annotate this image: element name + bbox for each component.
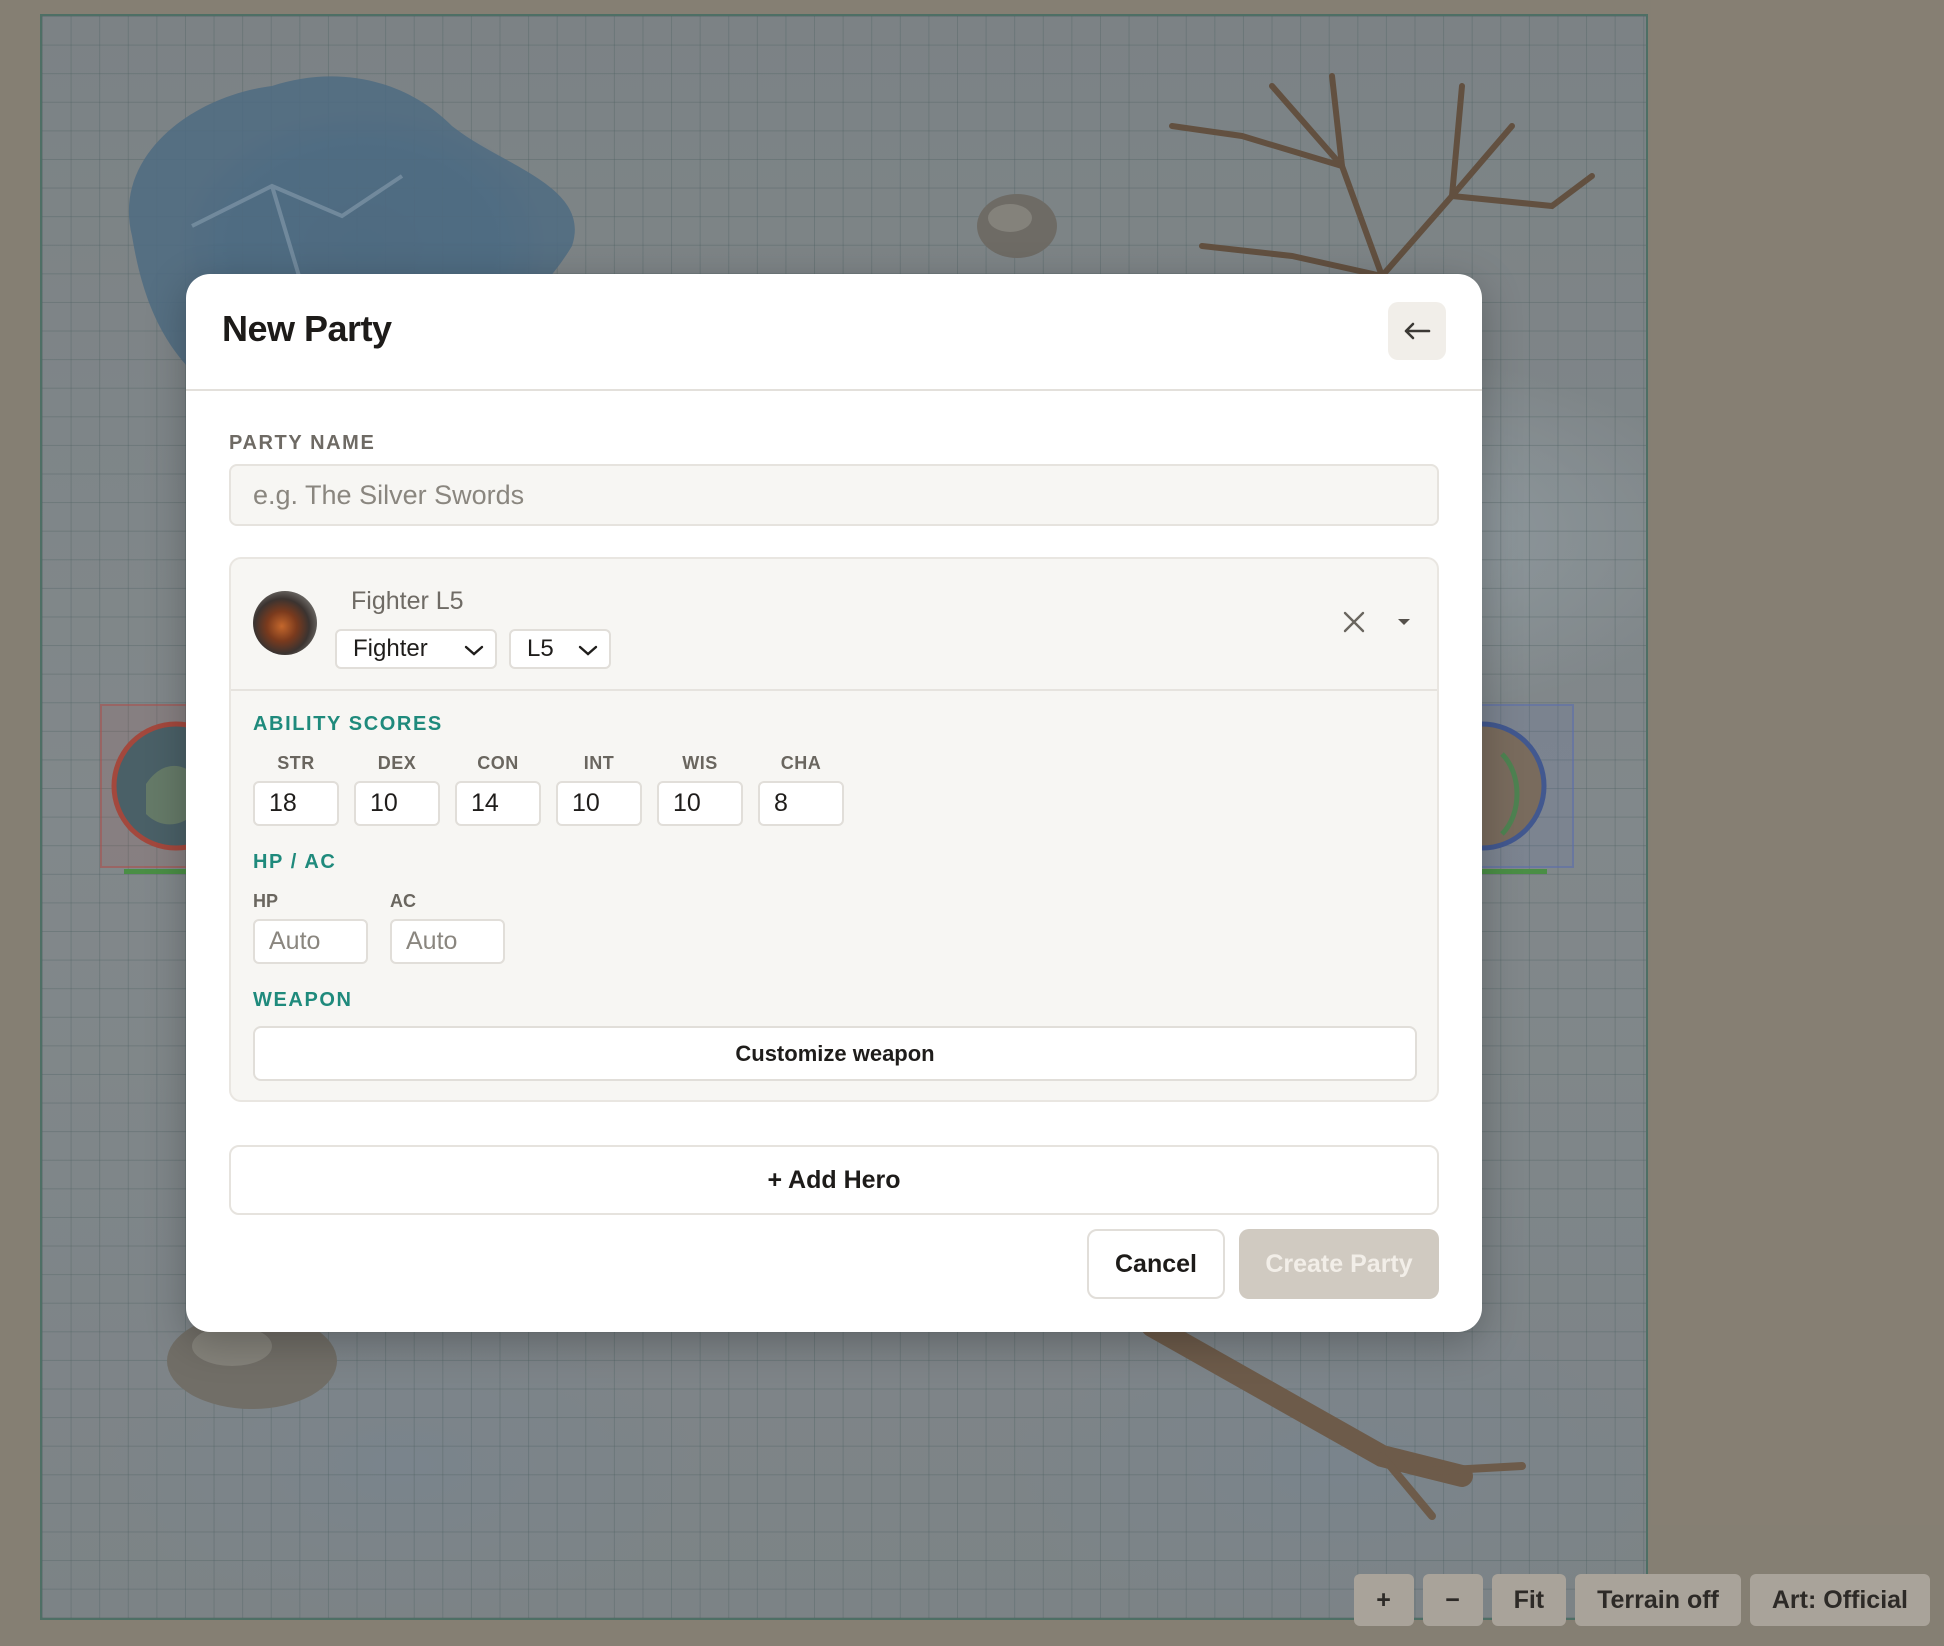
stat-label: INT [583,753,615,773]
hero-card-header: Fighter L5 Fighter L5 [231,559,1437,691]
fit-button[interactable]: Fit [1491,1574,1567,1626]
hp-field: HP Auto [253,891,368,964]
stat-cha: CHA 8 [758,753,844,826]
class-select-value: Fighter [353,635,428,662]
art-style-button[interactable]: Art: Official [1749,1574,1930,1626]
hp-input[interactable]: Auto [253,919,368,964]
stat-label: CHA [780,753,822,773]
stat-input[interactable]: 10 [556,781,642,826]
ac-label: AC [390,891,416,911]
create-party-button[interactable]: Create Party [1239,1229,1439,1299]
party-name-label: PARTY NAME [229,432,376,454]
chevron-down-icon [464,645,484,656]
hp-label: HP [253,891,279,911]
remove-hero-button[interactable] [1339,607,1369,637]
hero-card: Fighter L5 Fighter L5 ABILITY SCORES STR… [229,557,1439,1102]
caret-down-icon [1398,619,1410,625]
hp-ac-heading: HP / AC [253,851,337,873]
level-select-value: L5 [527,635,554,662]
stat-wis: WIS 10 [657,753,743,826]
terrain-toggle-button[interactable]: Terrain off [1575,1574,1741,1626]
close-icon [1343,611,1365,633]
class-select[interactable]: Fighter [335,629,497,669]
hero-name: Fighter L5 [351,587,464,615]
zoom-in-button[interactable]: + [1353,1574,1414,1626]
ability-scores-heading: ABILITY SCORES [253,713,443,735]
new-party-dialog: New Party PARTY NAME Fighter L5 Fighter … [186,274,1482,1332]
map-controls: + − Fit Terrain off Art: Official [1353,1574,1930,1626]
stat-input[interactable]: 14 [455,781,541,826]
stat-label: CON [477,753,519,773]
ac-field: AC Auto [390,891,505,964]
stat-input[interactable]: 10 [657,781,743,826]
customize-weapon-button[interactable]: Customize weapon [253,1026,1417,1081]
stat-con: CON 14 [455,753,541,826]
hero-avatar [253,591,317,655]
level-select[interactable]: L5 [509,629,611,669]
stat-str: STR 18 [253,753,339,826]
dialog-title: New Party [222,308,392,349]
arrow-left-icon [1404,322,1431,340]
stat-label: WIS [682,753,718,773]
cancel-button[interactable]: Cancel [1087,1229,1225,1299]
back-button[interactable] [1388,302,1446,360]
chevron-down-icon [578,645,598,656]
collapse-hero-button[interactable] [1393,611,1415,633]
stat-input[interactable]: 8 [758,781,844,826]
stat-label: DEX [377,753,417,773]
ac-input[interactable]: Auto [390,919,505,964]
zoom-out-button[interactable]: − [1422,1574,1483,1626]
stat-input[interactable]: 18 [253,781,339,826]
add-hero-button[interactable]: + Add Hero [229,1145,1439,1215]
stat-int: INT 10 [556,753,642,826]
weapon-heading: WEAPON [253,989,353,1011]
stat-dex: DEX 10 [354,753,440,826]
party-name-input[interactable] [229,464,1439,526]
stat-input[interactable]: 10 [354,781,440,826]
stat-label: STR [277,753,315,773]
dialog-header: New Party [186,274,1482,391]
